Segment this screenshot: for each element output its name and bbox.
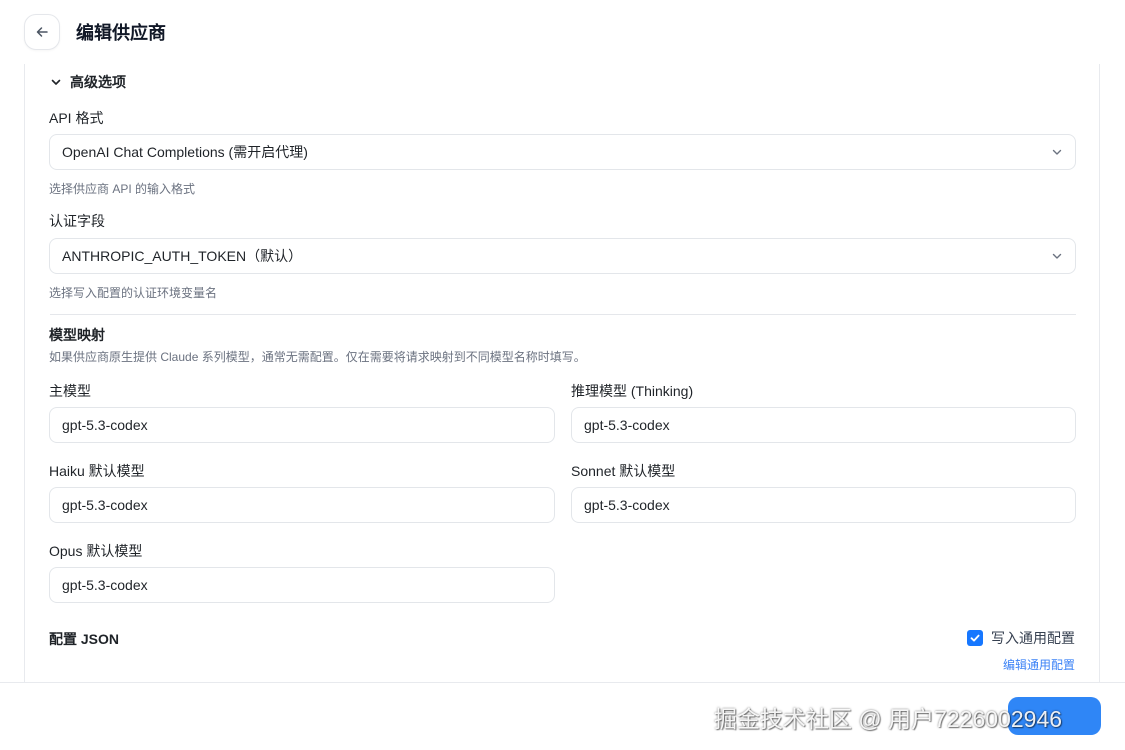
opus-model-value: gpt-5.3-codex [62, 577, 148, 593]
main-model-value: gpt-5.3-codex [62, 417, 148, 433]
model-mapping-description: 如果供应商原生提供 Claude 系列模型，通常无需配置。仅在需要将请求映射到不… [49, 350, 586, 364]
auth-field-select[interactable]: ANTHROPIC_AUTH_TOKEN（默认） [49, 238, 1076, 274]
sonnet-model-value: gpt-5.3-codex [584, 497, 670, 513]
api-format-label: API 格式 [49, 110, 104, 126]
api-format-value: OpenAI Chat Completions (需开启代理) [62, 144, 308, 160]
back-button[interactable] [24, 14, 60, 50]
thinking-model-label: 推理模型 (Thinking) [571, 383, 694, 399]
advanced-options-toggle[interactable]: 高级选项 [50, 72, 126, 92]
auth-field-label: 认证字段 [49, 213, 105, 229]
page-header: 编辑供应商 [0, 0, 1125, 64]
write-common-config-label: 写入通用配置 [991, 630, 1075, 646]
thinking-model-input[interactable]: gpt-5.3-codex [571, 407, 1076, 443]
opus-model-input[interactable]: gpt-5.3-codex [49, 567, 555, 603]
advanced-options-label: 高级选项 [70, 74, 126, 90]
model-mapping-title: 模型映射 [49, 327, 105, 343]
main-model-input[interactable]: gpt-5.3-codex [49, 407, 555, 443]
haiku-model-label: Haiku 默认模型 [49, 463, 145, 479]
save-button[interactable] [1008, 697, 1101, 735]
chevron-down-icon [50, 76, 62, 88]
page-title: 编辑供应商 [76, 23, 166, 43]
auth-field-hint: 选择写入配置的认证环境变量名 [49, 286, 218, 300]
section-divider [50, 314, 1076, 315]
api-format-hint: 选择供应商 API 的输入格式 [49, 182, 196, 196]
main-model-label: 主模型 [49, 383, 91, 399]
config-json-label: 配置 JSON [49, 631, 120, 647]
auth-field-value: ANTHROPIC_AUTH_TOKEN（默认） [62, 248, 303, 264]
footer-bar [0, 682, 1125, 750]
haiku-model-value: gpt-5.3-codex [62, 497, 148, 513]
arrow-left-icon [35, 25, 49, 39]
write-common-config-checkbox[interactable]: 写入通用配置 [967, 628, 1075, 648]
checkbox-checked-icon [967, 630, 983, 646]
sonnet-model-input[interactable]: gpt-5.3-codex [571, 487, 1076, 523]
api-format-select[interactable]: OpenAI Chat Completions (需开启代理) [49, 134, 1076, 170]
opus-model-label: Opus 默认模型 [49, 543, 143, 559]
chevron-down-icon [1051, 146, 1063, 158]
haiku-model-input[interactable]: gpt-5.3-codex [49, 487, 555, 523]
chevron-down-icon [1051, 250, 1063, 262]
thinking-model-value: gpt-5.3-codex [584, 417, 670, 433]
sonnet-model-label: Sonnet 默认模型 [571, 463, 676, 479]
edit-common-config-link[interactable]: 编辑通用配置 [1003, 656, 1075, 673]
